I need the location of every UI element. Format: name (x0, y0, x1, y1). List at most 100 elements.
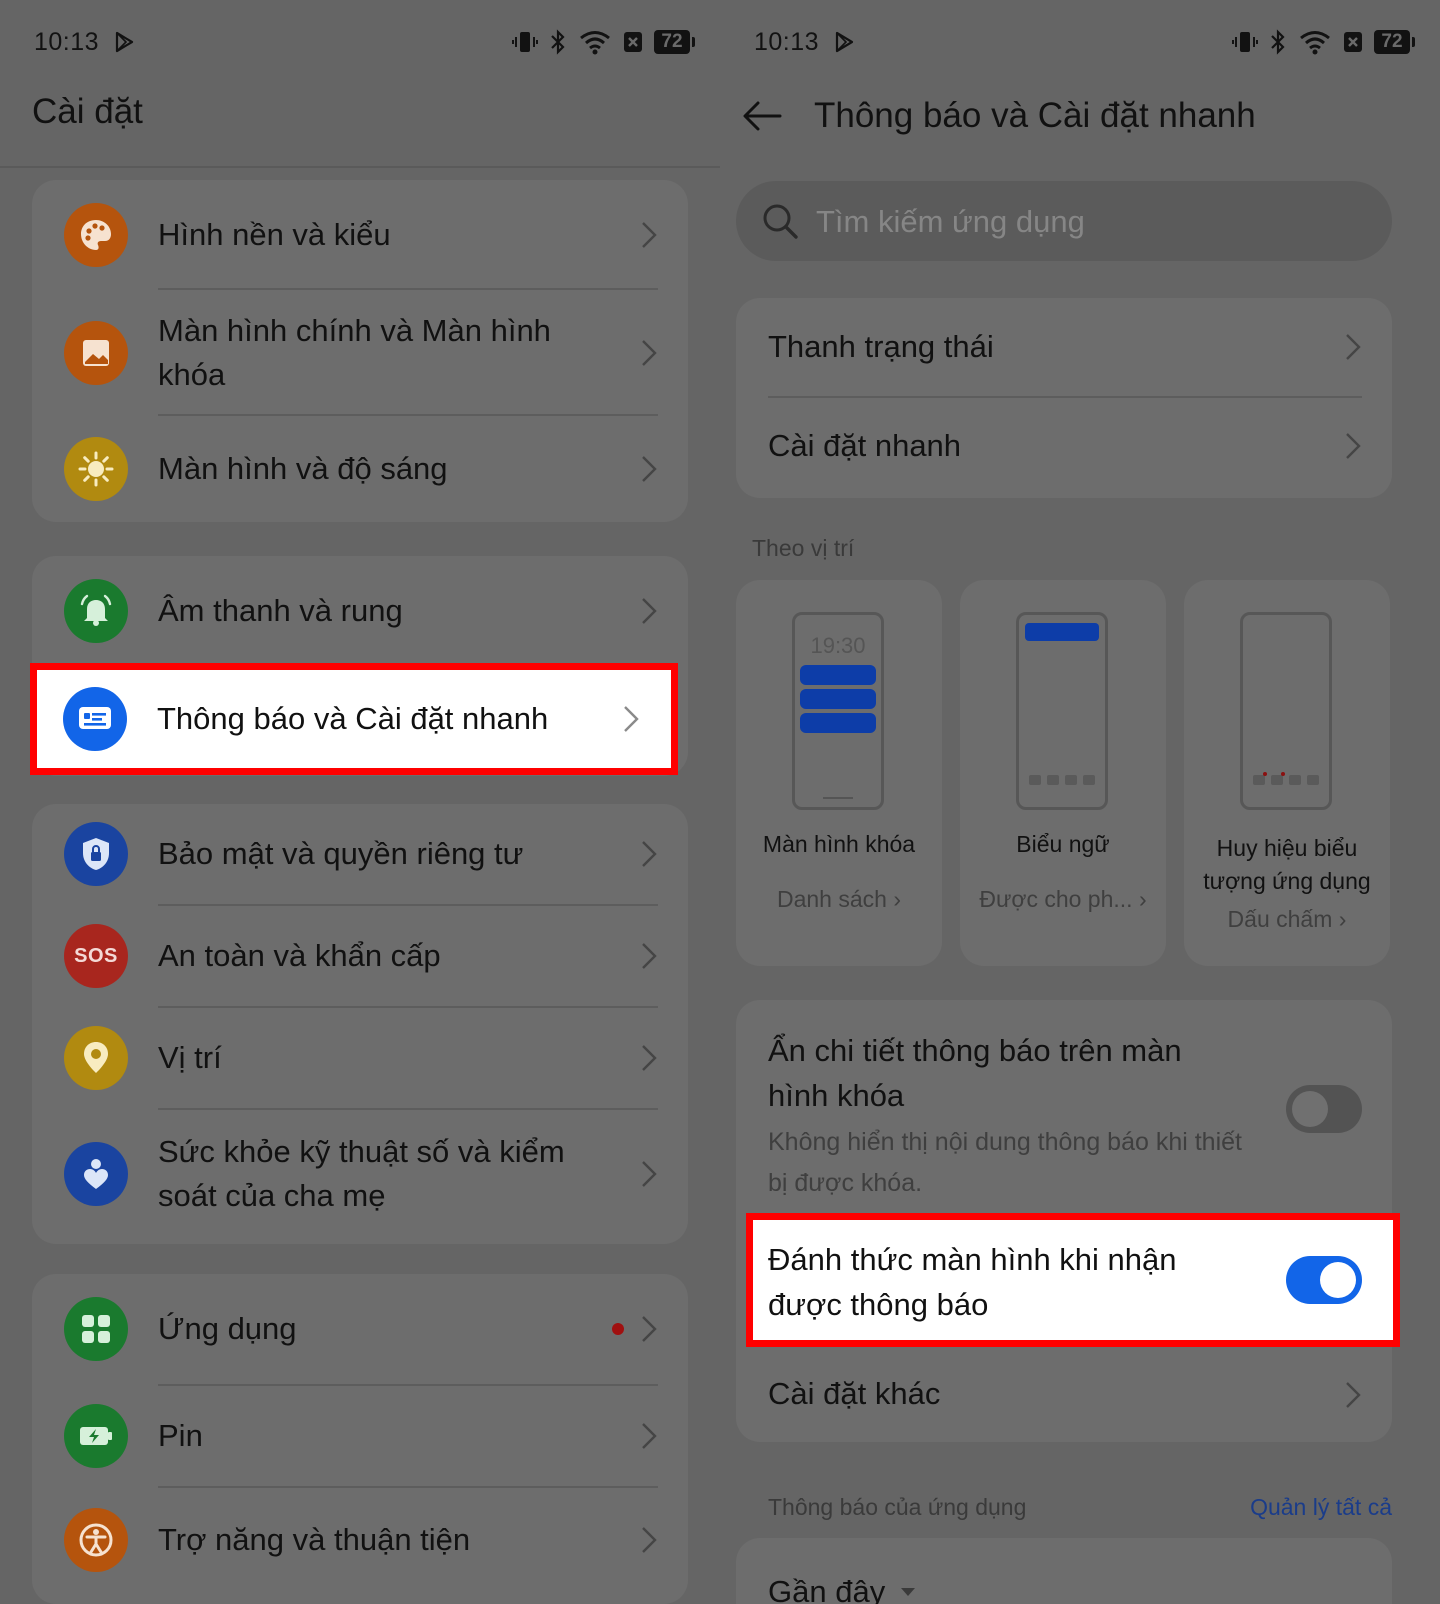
settings-item-security-privacy[interactable]: Bảo mật và quyền riêng tư (32, 804, 688, 904)
settings-group-security: Bảo mật và quyền riêng tư SOS An toàn và… (32, 804, 688, 1244)
wake-screen-toggle[interactable] (1286, 1256, 1362, 1304)
chevron-right-icon (624, 706, 639, 732)
position-header: Theo vị trí (752, 535, 855, 561)
hide-details-row[interactable]: Ẩn chi tiết thông báo trên màn hình khóa… (736, 1000, 1392, 1210)
chevron-right-icon (642, 1161, 657, 1187)
position-card-lockscreen[interactable]: 19:30 Màn hình khóa Danh sách › (736, 580, 942, 966)
lockscreen-preview-icon: 19:30 (792, 612, 884, 810)
preview-clock: 19:30 (810, 633, 866, 658)
settings-group-apps: Ứng dụng Pin Trợ năng và thuận tiện (32, 1274, 688, 1604)
chevron-right-icon (642, 943, 657, 969)
page-title: Thông báo và Cài đặt nhanh (814, 96, 1256, 135)
settings-item-label: Ứng dụng (158, 1311, 297, 1346)
recent-apps-card: Gần đây (736, 1538, 1392, 1604)
wake-screen-title: Đánh thức màn hình khi nhận được thông b… (768, 1242, 1177, 1322)
settings-item-label: Màn hình chính và Màn hình khóa (158, 313, 551, 392)
sim-off-icon (1344, 32, 1362, 52)
hide-details-toggle[interactable] (1286, 1085, 1362, 1133)
settings-item-location[interactable]: Vị trí (32, 1008, 688, 1108)
position-title: Biểu ngữ (1016, 831, 1110, 857)
bluetooth-icon (551, 29, 565, 55)
chevron-right-icon (642, 1045, 657, 1071)
quick-settings-item[interactable]: Cài đặt nhanh (736, 398, 1392, 494)
back-arrow-icon[interactable] (740, 94, 784, 138)
notifications-screen: 10:13 72 Thông báo và Cài đặt nhanh Than… (720, 0, 1440, 1604)
wifi-icon (1300, 31, 1330, 55)
header-divider (0, 166, 720, 168)
wake-screen-row[interactable]: Đánh thức màn hình khi nhận được thông b… (746, 1213, 1400, 1347)
settings-item-label: Thông báo và Cài đặt nhanh (157, 701, 549, 736)
location-pin-icon (64, 1026, 128, 1090)
settings-item-accessibility[interactable]: Trợ năng và thuận tiện (32, 1488, 688, 1592)
banner-preview-icon (1016, 612, 1108, 810)
position-card-badge[interactable]: Huy hiệu biểu tượng ứng dụng Dấu chấm › (1184, 580, 1390, 966)
battery-level: 72 (1374, 30, 1415, 54)
search-icon (763, 204, 798, 239)
settings-item-display-brightness[interactable]: Màn hình và độ sáng (32, 416, 688, 522)
badge-preview-icon (1240, 612, 1332, 810)
chevron-right-icon (642, 456, 657, 482)
settings-item-label: Pin (158, 1418, 203, 1453)
manage-all-link[interactable]: Quản lý tất cả (1250, 1494, 1392, 1521)
chevron-right-icon (642, 222, 657, 248)
search-input[interactable] (814, 181, 1358, 263)
settings-item-safety-emergency[interactable]: SOS An toàn và khẩn cấp (32, 906, 688, 1006)
status-quick-group: Thanh trạng thái Cài đặt nhanh (736, 298, 1392, 498)
settings-item-label: Hình nền và kiểu (158, 217, 391, 252)
chevron-right-icon (1346, 334, 1361, 360)
wifi-icon (580, 31, 610, 55)
shield-lock-icon (64, 822, 128, 886)
settings-item-notifications-quick-settings[interactable]: Thông báo và Cài đặt nhanh (30, 663, 678, 775)
dropdown-caret-icon (901, 1588, 916, 1596)
settings-screen: 10:13 72 Cài đặt Hình nền và kiểu Màn hì… (0, 0, 720, 1604)
settings-item-label: Màn hình và độ sáng (158, 451, 448, 486)
accessibility-icon (64, 1508, 128, 1572)
position-title: Huy hiệu biểu tượng ứng dụng (1203, 835, 1371, 894)
chevron-right-icon (642, 1423, 657, 1449)
chevron-right-icon (642, 598, 657, 624)
status-time: 10:13 (34, 27, 100, 56)
status-bar-item[interactable]: Thanh trạng thái (736, 298, 1392, 396)
settings-item-label: An toàn và khẩn cấp (158, 938, 441, 973)
chevron-right-icon (642, 841, 657, 867)
settings-item-label: Trợ năng và thuận tiện (158, 1522, 471, 1557)
other-settings-row[interactable]: Cài đặt khác (736, 1350, 1392, 1440)
play-store-icon (115, 31, 134, 53)
bluetooth-icon (1271, 29, 1285, 55)
chevron-right-icon (642, 340, 657, 366)
settings-item-label: Bảo mật và quyền riêng tư (158, 836, 524, 871)
notification-dot (612, 1323, 624, 1335)
status-bar: 10:13 72 (34, 22, 695, 62)
chevron-right-icon (642, 1316, 657, 1342)
settings-item-home-lock-screen[interactable]: Màn hình chính và Màn hình khóa (32, 290, 688, 416)
bell-icon (64, 579, 128, 643)
settings-item-wallpaper[interactable]: Hình nền và kiểu (32, 180, 688, 290)
settings-group-display: Hình nền và kiểu Màn hình chính và Màn h… (32, 180, 688, 522)
hide-details-title: Ẩn chi tiết thông báo trên màn hình khóa (768, 1033, 1182, 1113)
status-time: 10:13 (754, 27, 820, 56)
settings-item-label: Vị trí (158, 1040, 222, 1075)
sos-icon-text: SOS (74, 944, 118, 967)
battery-icon (64, 1404, 128, 1468)
heart-person-icon (64, 1142, 128, 1206)
settings-item-label: Sức khỏe kỹ thuật số và kiểm soát của ch… (158, 1134, 565, 1213)
sos-icon: SOS (64, 924, 128, 988)
settings-item-digital-wellbeing[interactable]: Sức khỏe kỹ thuật số và kiểm soát của ch… (32, 1110, 688, 1238)
search-bar[interactable] (736, 181, 1392, 263)
sim-off-icon (624, 32, 642, 52)
vibrate-icon (1232, 32, 1258, 52)
palette-icon (64, 203, 128, 267)
page-title: Cài đặt (32, 92, 143, 131)
battery-level: 72 (654, 30, 695, 54)
recent-filter-label: Gần đây (768, 1574, 886, 1604)
settings-item-apps[interactable]: Ứng dụng (32, 1274, 688, 1384)
position-value: Được cho ph... › (979, 886, 1147, 912)
quick-settings-label: Cài đặt nhanh (768, 428, 962, 463)
chevron-right-icon (642, 1527, 657, 1553)
chevron-right-icon (1346, 433, 1361, 459)
recent-filter[interactable]: Gần đây (768, 1574, 917, 1604)
other-settings-label: Cài đặt khác (768, 1376, 941, 1411)
position-card-banner[interactable]: Biểu ngữ Được cho ph... › (960, 580, 1166, 966)
settings-item-battery[interactable]: Pin (32, 1386, 688, 1486)
settings-item-sound-vibration[interactable]: Âm thanh và rung (32, 556, 688, 666)
